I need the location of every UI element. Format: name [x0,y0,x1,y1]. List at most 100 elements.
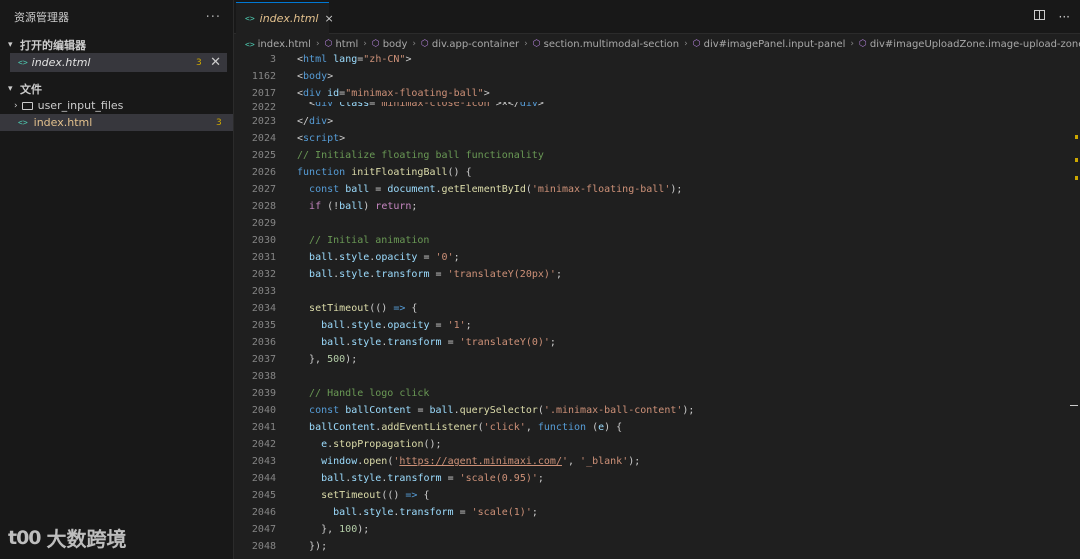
code-row[interactable]: 2031 ball.style.opacity = '0'; [234,249,1080,266]
code-row[interactable]: 2048 }); [234,538,1080,555]
explorer-sidebar: 资源管理器 ··· ▾ 打开的编辑器 <> index.html 3 ✕ ▾ 文… [0,0,234,559]
tree-item-folder[interactable]: › user_input_files [0,97,233,114]
element-icon: ⬡ [532,39,541,49]
line-number: 2040 [251,405,276,416]
watermark: t00 大数跨境 [8,523,127,552]
code-row[interactable]: 2040 const ballContent = ball.querySelec… [234,402,1080,419]
editor-actions: ··· [1033,10,1070,24]
code-row[interactable]: 2036 ball.style.transform = 'translateY(… [234,334,1080,351]
code-row[interactable]: 2026 function initFloatingBall() { [234,164,1080,181]
code-row[interactable]: 2029 [234,215,1080,232]
code-row[interactable]: 2045 setTimeout(() => { [234,487,1080,504]
line-number: 1162 [251,71,276,82]
code-line: // Handle logo click [297,388,430,399]
code-line: <div id="minimax-floating-ball"> [297,88,490,99]
chevron-right-icon: › [850,39,855,49]
chevron-right-icon: › [363,39,367,49]
code-line: const ball = document.getElementById('mi… [309,184,683,195]
more-actions-icon[interactable]: ··· [1059,10,1070,24]
folder-icon [21,101,33,110]
line-number: 2035 [251,320,276,331]
explorer-title: 资源管理器 [14,11,69,24]
code-row[interactable]: 2043 window.open('https://agent.minimaxi… [234,453,1080,470]
code-row[interactable]: 2039 // Handle logo click [234,385,1080,402]
open-editor-item[interactable]: <> index.html 3 ✕ [10,53,227,72]
line-number: 2043 [251,456,276,467]
code-row[interactable]: 2034 setTimeout(() => { [234,300,1080,317]
line-number: 2024 [251,133,276,144]
element-icon: ⬡ [421,39,429,49]
code-line: ball.style.transform = 'scale(1)'; [333,507,538,518]
sticky-line[interactable]: 1162 <body> [234,68,1080,85]
line-number: 2030 [251,235,276,246]
breadcrumb-item[interactable]: <> index.html › [245,39,325,50]
tab-index-html[interactable]: <> index.html × [236,2,334,34]
open-editors-section[interactable]: ▾ 打开的编辑器 [0,36,233,53]
line-number: 2047 [251,524,276,535]
sticky-line[interactable]: 2017 <div id="minimax-floating-ball"> [234,85,1080,102]
editor-area: <> index.html × ··· <> index.html › ⬡ html ›… [234,0,1080,559]
code-row[interactable]: 2032 ball.style.transform = 'translateY(… [234,266,1080,283]
code-row[interactable]: 2030 // Initial animation [234,232,1080,249]
code-row[interactable]: 2046 ball.style.transform = 'scale(1)'; [234,504,1080,521]
code-row[interactable]: 2044 ball.style.transform = 'scale(0.95)… [234,470,1080,487]
chevron-right-icon: › [524,39,528,49]
open-editor-name: index.html [31,56,91,69]
code-line: <body> [297,71,334,82]
line-number: 2023 [251,116,276,127]
element-icon: ⬡ [859,39,867,49]
code-row[interactable]: 2035 ball.style.opacity = '1'; [234,317,1080,334]
breadcrumb-item[interactable]: ⬡ body › [372,39,421,50]
code-row[interactable]: 2041 ballContent.addEventListener('click… [234,419,1080,436]
line-number: 2026 [251,167,276,178]
line-number: 2038 [251,371,276,382]
sticky-line[interactable]: 3 <html lang="zh-CN"> [234,51,1080,68]
code-line: ball.style.opacity = '1'; [321,320,472,331]
breadcrumb-item[interactable]: ⬡ html › [325,39,372,50]
files-label: 文件 [20,82,42,96]
code-line: ball.style.transform = 'scale(0.95)'; [321,473,544,484]
code-line: window.open('https://agent.minimaxi.com/… [321,456,641,467]
tab-close-icon[interactable]: × [324,12,333,25]
chevron-down-icon: ▾ [8,83,13,94]
code-row[interactable]: 2037 }, 500); [234,351,1080,368]
code-row[interactable]: 2024 <script> [234,130,1080,147]
close-icon[interactable]: ✕ [210,55,221,70]
code-line: ball.style.transform = 'translateY(20px)… [309,269,562,280]
code-row[interactable]: 2028 if (!ball) return; [234,198,1080,215]
code-line: ball.style.transform = 'translateY(0)'; [321,337,556,348]
line-number: 2025 [251,150,276,161]
open-editors-label: 打开的编辑器 [20,38,86,52]
breadcrumb-label: index.html [257,38,311,50]
breadcrumb-label: div#imageUploadZone.image-upload-zone [869,38,1080,50]
code-row[interactable]: 2042 e.stopPropagation(); [234,436,1080,453]
breadcrumb-item[interactable]: ⬡ section.multimodal-section › [533,39,693,50]
line-number: 2032 [251,269,276,280]
code-editor[interactable]: 3 <html lang="zh-CN"> 1162 <body> 2017 <… [234,51,1080,555]
more-actions-icon[interactable]: ··· [206,10,221,25]
scrollbar-marker [1075,176,1078,180]
html-file-icon: <> [18,58,28,67]
code-row[interactable]: 2038 [234,368,1080,385]
code-row[interactable]: 2047 }, 100); [234,521,1080,538]
code-row[interactable]: 2027 const ball = document.getElementByI… [234,181,1080,198]
code-row[interactable]: 2023 </div> [234,113,1080,130]
breadcrumb-item[interactable]: ⬡ div#imagePanel.input-panel › [693,39,859,50]
html-file-icon: <> [245,14,255,23]
code-line: e.stopPropagation(); [321,439,442,450]
files-section[interactable]: ▾ 文件 [0,80,233,97]
line-number: 2031 [251,252,276,263]
breadcrumb-item[interactable]: ⬡div#imageUploadZone.image-upload-zone› [859,39,1080,50]
html-file-icon: <> [245,39,255,49]
code-row[interactable]: 2025 // Initialize floating ball function… [234,147,1080,164]
code-row[interactable]: 2033 [234,283,1080,300]
line-number: 2017 [251,88,276,99]
code-line: }, 100); [297,524,370,535]
problems-badge: 3 [196,57,202,68]
chevron-right-icon: › [684,39,688,49]
tree-item-file[interactable]: <> index.html 3 [0,114,233,131]
split-editor-icon[interactable] [1033,10,1045,20]
breadcrumb-item[interactable]: ⬡ div.app-container › [421,39,533,50]
code-line: function initFloatingBall() { [297,167,472,178]
code-row[interactable]: 2022 <div class="minimax-close-icon">×</… [234,102,1080,113]
